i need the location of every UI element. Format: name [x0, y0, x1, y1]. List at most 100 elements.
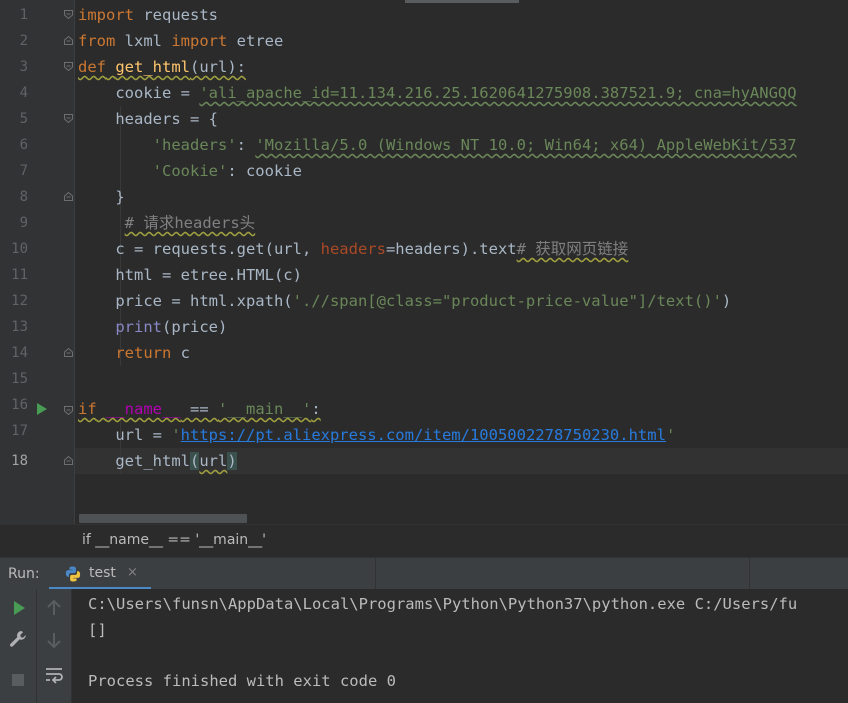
line-number: 4: [19, 85, 28, 101]
arrow-down-icon[interactable]: [43, 629, 65, 651]
fold-marker-icon[interactable]: [64, 10, 73, 19]
code-text: }: [78, 188, 125, 206]
line-number: 16: [11, 397, 28, 413]
line-number: 12: [11, 293, 28, 309]
builtin-function: print: [115, 318, 162, 336]
matched-paren: ): [227, 452, 237, 470]
run-label: Run:: [8, 566, 40, 582]
stop-icon[interactable]: [7, 669, 29, 691]
close-icon[interactable]: ×: [127, 565, 138, 580]
string-literal: 'Mozilla/5.0 (Windows NT 10.0; Win64; x6…: [255, 136, 797, 154]
code-line-1: import requests: [78, 2, 218, 28]
fold-end-icon[interactable]: [64, 348, 73, 357]
console-line: []: [88, 621, 107, 639]
dunder-name: __name__: [106, 400, 181, 418]
console-line: C:\Users\funsn\AppData\Local\Programs\Py…: [88, 595, 798, 613]
line-number: 7: [19, 163, 28, 179]
soft-wrap-icon[interactable]: [43, 663, 65, 685]
line-number: 6: [19, 137, 28, 153]
code-line-14: return c: [78, 340, 190, 366]
line-number: 17: [11, 423, 28, 439]
code-line-12: price = html.xpath('.//span[@class="prod…: [78, 288, 731, 314]
wrench-icon[interactable]: [7, 628, 29, 650]
code-text: c = requests.get(url,: [78, 240, 321, 258]
matched-paren: (: [189, 452, 200, 470]
run-tool-window-header: Run: test ×: [0, 557, 848, 590]
fold-marker-icon[interactable]: [64, 114, 73, 123]
code-line-6: 'headers': 'Mozilla/5.0 (Windows NT 10.0…: [78, 132, 797, 158]
fold-marker-icon[interactable]: [64, 406, 73, 415]
string-literal: '__main__': [218, 400, 312, 418]
keyword: if: [78, 400, 97, 418]
editor-gutter[interactable]: 1 2 3 4 5 6 7 8 9 10 11 12 13 14 15 16 1…: [0, 0, 75, 524]
code-text: url =: [78, 426, 172, 444]
code-text: =headers).text: [385, 240, 517, 258]
string-literal: 'headers': [152, 136, 237, 154]
code-text: etree: [227, 32, 284, 50]
line-number: 10: [11, 241, 28, 257]
line-number: 3: [19, 59, 28, 75]
console-toolbar: [37, 589, 72, 703]
code-text: :: [311, 400, 321, 418]
run-gutter-icon[interactable]: [37, 403, 47, 415]
code-line-7: 'Cookie': cookie: [78, 158, 302, 184]
breadcrumb[interactable]: if __name__ == '__main__': [0, 524, 848, 557]
fold-end-icon[interactable]: [64, 36, 73, 45]
line-number: 18: [11, 453, 28, 469]
play-icon[interactable]: [8, 597, 30, 619]
code-text: get_html: [78, 452, 190, 470]
code-line-11: html = etree.HTML(c): [78, 262, 302, 288]
keyword: def: [78, 58, 106, 76]
line-number: 9: [19, 215, 28, 231]
fold-end-icon[interactable]: [64, 192, 73, 201]
code-text: html = etree.HTML(c): [78, 266, 302, 284]
line-number: 5: [19, 111, 28, 127]
fold-end-icon[interactable]: [64, 456, 73, 465]
url-link[interactable]: https://pt.aliexpress.com/item/100500227…: [181, 426, 666, 444]
code-line-5: headers = {: [78, 106, 218, 132]
code-lines[interactable]: import requests from lxml import etree d…: [78, 0, 848, 524]
code-line-4: cookie = 'ali_apache_id=11.134.216.25.16…: [78, 80, 797, 106]
run-console[interactable]: C:\Users\funsn\AppData\Local\Programs\Py…: [0, 589, 848, 703]
python-icon: [65, 566, 81, 582]
fold-marker-icon[interactable]: [64, 62, 73, 71]
line-number: 8: [19, 189, 28, 205]
line-number: 13: [11, 319, 28, 335]
code-line-13: print(price): [78, 314, 227, 340]
line-number: 15: [11, 371, 28, 387]
line-number: 2: [19, 33, 28, 49]
code-text: requests: [134, 6, 218, 24]
parameter-name: headers: [320, 240, 386, 258]
code-text: ): [721, 292, 732, 310]
divider: [749, 558, 750, 590]
run-tab-label: test: [89, 565, 116, 581]
code-text: lxml: [115, 32, 172, 50]
keyword: import: [171, 32, 228, 50]
code-line-16: if __name__ == '__main__':: [78, 396, 321, 422]
breadcrumb-item[interactable]: if __name__ == '__main__': [82, 532, 266, 548]
function-name: get_html: [115, 58, 190, 76]
arrow-up-icon[interactable]: [43, 597, 65, 619]
code-text: (price): [162, 318, 228, 336]
code-line-8: }: [78, 184, 125, 210]
code-line-9: # 请求headers头: [78, 210, 256, 236]
code-text: ==: [180, 400, 218, 418]
keyword: return: [115, 344, 172, 362]
horizontal-scrollbar[interactable]: [79, 514, 247, 523]
code-text: : cookie: [227, 162, 302, 180]
string-literal: 'ali_apache_id=11.134.216.25.16206412759…: [199, 84, 797, 102]
code-line-10: c = requests.get(url, headers=headers).t…: [78, 236, 628, 262]
line-number: 1: [19, 7, 28, 23]
keyword: from: [78, 32, 116, 50]
code-editor[interactable]: 1 2 3 4 5 6 7 8 9 10 11 12 13 14 15 16 1…: [0, 0, 848, 524]
code-line-3: def get_html(url):: [78, 54, 246, 80]
run-tab-test[interactable]: test ×: [49, 558, 151, 590]
line-number: 14: [11, 345, 28, 361]
console-line: Process finished with exit code 0: [88, 672, 396, 690]
